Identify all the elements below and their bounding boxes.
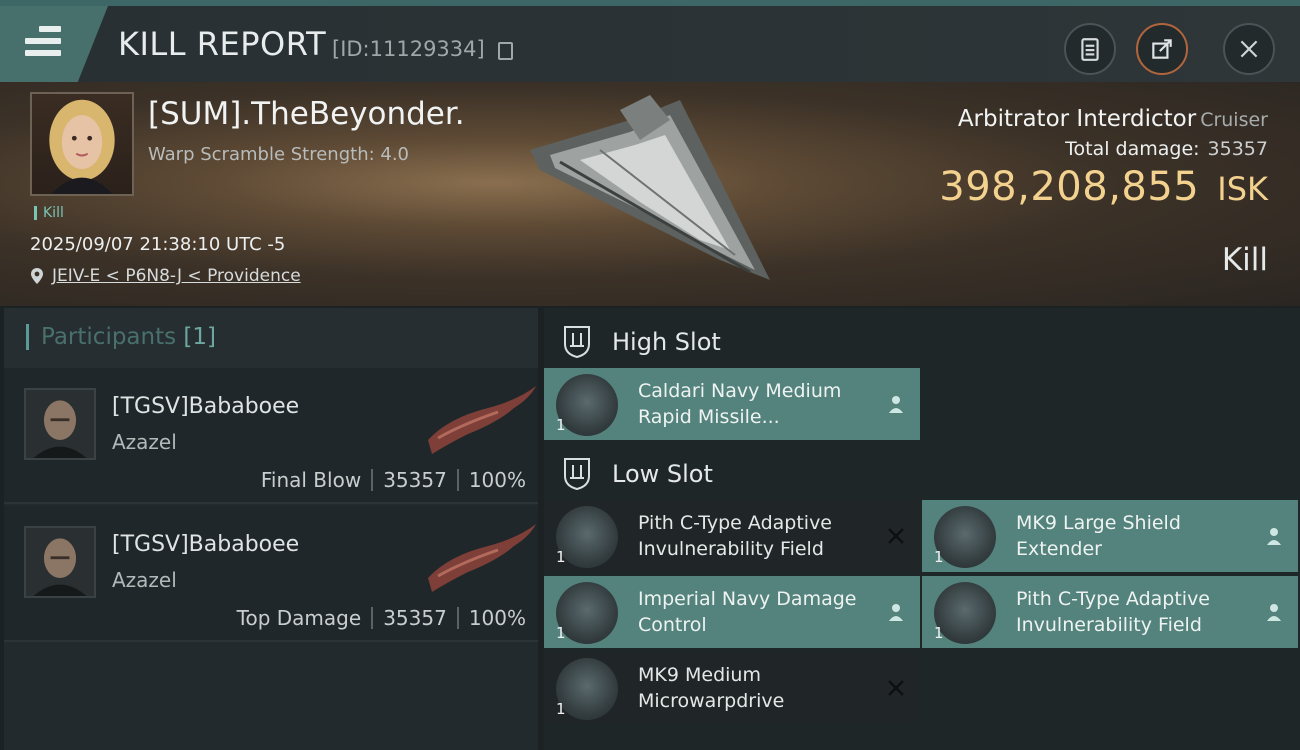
participant-weapon-image [428, 386, 536, 454]
copy-icon[interactable] [498, 42, 513, 60]
share-icon [1152, 39, 1172, 59]
high-slot-label: High Slot [612, 328, 721, 356]
menu-button[interactable] [0, 6, 108, 82]
module-quantity: 1 [934, 624, 944, 642]
participant-name[interactable]: [TGSV]Bababoee [112, 394, 299, 419]
participant-role: Top Damage [236, 606, 362, 630]
module-item[interactable]: 1 Imperial Navy Damage Control [544, 576, 920, 648]
kill-tag: Kill [34, 206, 64, 220]
participant-avatar[interactable] [24, 388, 96, 460]
module-name: Pith C-Type Adaptive Invulnerability Fie… [638, 512, 832, 560]
participants-label: Participants [41, 324, 177, 350]
dropped-person-icon [889, 604, 903, 621]
total-damage: Total damage: 35357 [939, 138, 1268, 160]
participant-ship: Azazel [112, 430, 177, 454]
victim-ship-image [530, 95, 770, 280]
victim-avatar[interactable] [30, 92, 134, 196]
isk-unit: ISK [1217, 170, 1268, 208]
dropped-person-icon [889, 396, 903, 413]
participant-avatar[interactable] [24, 526, 96, 598]
share-button[interactable] [1136, 23, 1188, 75]
participant-row[interactable]: [TGSV]Bababoee Azazel Top Damage 35357 1… [4, 506, 538, 642]
module-quantity: 1 [934, 548, 944, 566]
participant-weapon-image [428, 524, 536, 592]
fittings-panel: High Slot 1 Caldari Navy Medium Rapid Mi… [544, 308, 1300, 750]
kill-location[interactable]: JEIV-E < P6N8-J < Providence [30, 266, 301, 286]
clipboard-button[interactable] [1064, 23, 1116, 75]
module-item[interactable]: 1 MK9 Medium Microwarpdrive [544, 652, 920, 724]
participant-damage: 35357 [383, 606, 447, 630]
module-name: MK9 Large Shield Extender [1016, 512, 1181, 560]
high-slot-header: High Slot [544, 312, 1300, 368]
module-name: Pith C-Type Adaptive Invulnerability Fie… [1016, 588, 1210, 636]
module-item[interactable]: 1 Pith C-Type Adaptive Invulnerability F… [544, 500, 920, 572]
high-slot-icon [564, 326, 590, 358]
total-damage-label: Total damage: [1065, 138, 1200, 160]
total-damage-value: 35357 [1207, 138, 1268, 160]
module-quantity: 1 [556, 416, 566, 434]
kill-summary: [SUM].TheBeyonder. Warp Scramble Strengt… [0, 82, 1300, 306]
module-item[interactable]: 1 Caldari Navy Medium Rapid Missile... [544, 368, 920, 440]
close-icon [1240, 40, 1258, 58]
module-name: MK9 Medium Microwarpdrive [638, 664, 785, 712]
participant-ship: Azazel [112, 568, 177, 592]
module-quantity: 1 [556, 700, 566, 718]
participant-role: Final Blow [260, 468, 362, 492]
warp-scramble-strength: Warp Scramble Strength: 4.0 [148, 144, 410, 165]
ship-class: Cruiser [1200, 109, 1268, 131]
low-slot-icon [564, 458, 590, 490]
participants-panel: Participants [1] [TGSV]Bababoee Azazel F… [4, 308, 538, 750]
destroyed-x-icon [888, 680, 904, 696]
low-slot-header: Low Slot [544, 444, 1300, 500]
participant-row[interactable]: [TGSV]Bababoee Azazel Final Blow 35357 1… [4, 368, 538, 504]
kill-result: Kill [1221, 242, 1268, 278]
module-item[interactable]: 1 Pith C-Type Adaptive Invulnerability F… [922, 576, 1298, 648]
isk-value-row: 398,208,855 ISK [939, 164, 1268, 210]
module-name: Imperial Navy Damage Control [638, 588, 857, 636]
kill-datetime: 2025/09/07 21:38:10 UTC -5 [30, 234, 286, 255]
participants-title: Participants [1] [26, 324, 216, 350]
participant-percent: 100% [468, 468, 526, 492]
victim-name[interactable]: [SUM].TheBeyonder. [148, 96, 465, 132]
module-quantity: 1 [556, 624, 566, 642]
close-button[interactable] [1223, 23, 1275, 75]
location-link[interactable]: JEIV-E < P6N8-J < Providence [52, 266, 301, 286]
participant-stats: Final Blow 35357 100% [261, 468, 526, 492]
hamburger-icon[interactable] [25, 26, 61, 56]
dropped-person-icon [1267, 604, 1281, 621]
clipboard-icon [1081, 38, 1099, 61]
isk-value: 398,208,855 [939, 164, 1200, 210]
ship-info: Arbitrator Interdictor Cruiser Total dama… [939, 106, 1268, 210]
participants-count: [1] [183, 324, 217, 350]
participant-name[interactable]: [TGSV]Bababoee [112, 532, 299, 557]
destroyed-x-icon [888, 528, 904, 544]
top-bar: KILL REPORT [ID:11129334] [0, 0, 1300, 82]
report-id: [ID:11129334] [332, 37, 485, 61]
ship-name[interactable]: Arbitrator Interdictor [958, 106, 1196, 132]
location-pin-icon [31, 268, 43, 284]
module-item[interactable]: 1 MK9 Large Shield Extender [922, 500, 1298, 572]
participant-stats: Top Damage 35357 100% [237, 606, 526, 630]
low-slot-label: Low Slot [612, 460, 713, 488]
participant-percent: 100% [468, 606, 526, 630]
participants-header: Participants [1] [4, 308, 538, 368]
dropped-person-icon [1267, 528, 1281, 545]
participant-damage: 35357 [383, 468, 447, 492]
module-name: Caldari Navy Medium Rapid Missile... [638, 380, 842, 428]
module-quantity: 1 [556, 548, 566, 566]
page-title: KILL REPORT [118, 25, 327, 63]
